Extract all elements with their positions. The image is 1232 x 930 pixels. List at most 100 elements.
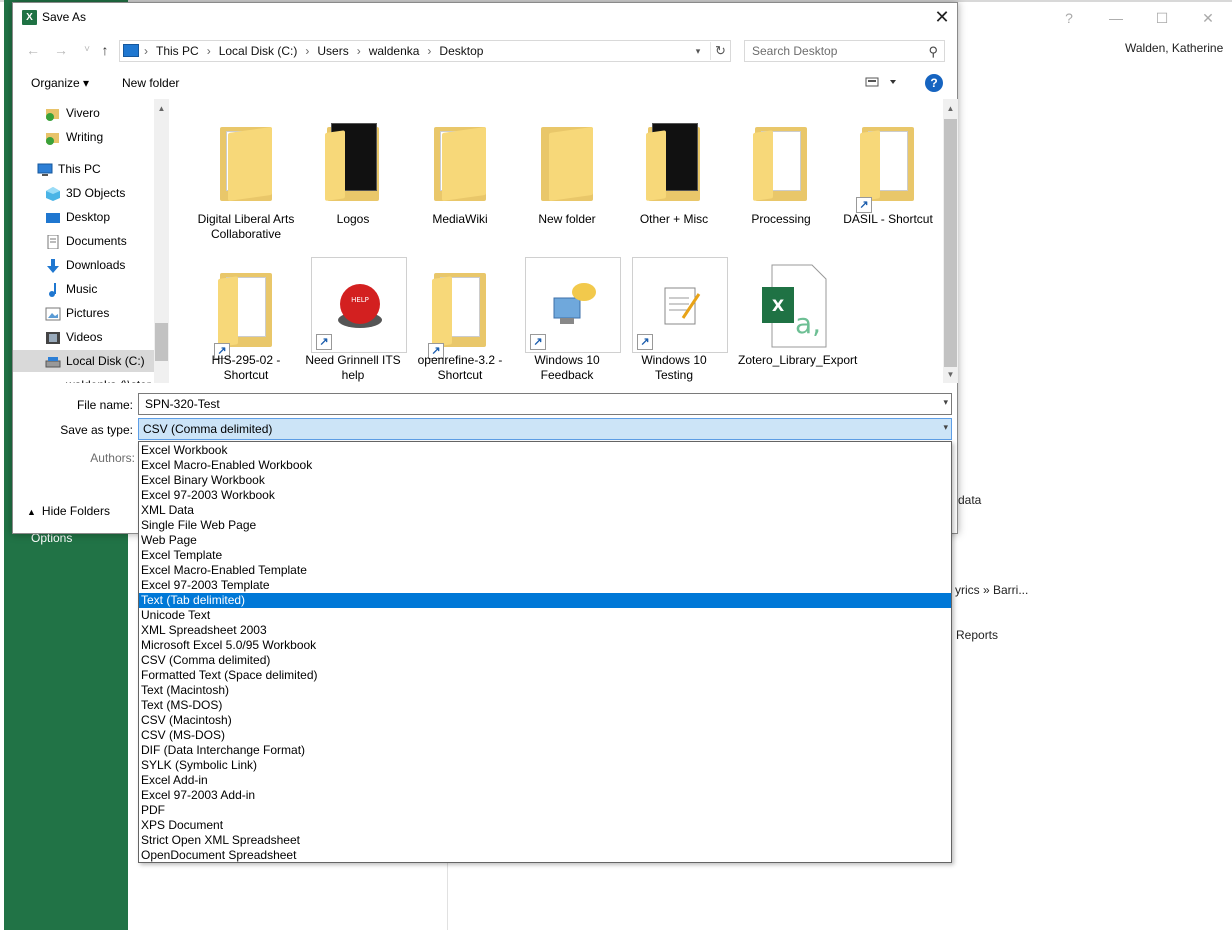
testing-app-icon: ↗: [632, 257, 728, 353]
save-as-type-option[interactable]: Excel Macro-Enabled Template: [139, 563, 951, 578]
sidebar-item-documents[interactable]: Documents: [13, 230, 169, 252]
save-as-type-option[interactable]: Excel Workbook: [139, 443, 951, 458]
back-arrow-icon[interactable]: ←: [23, 40, 43, 60]
chevron-down-icon[interactable]: ▾: [943, 397, 948, 408]
maximize-window-icon[interactable]: ☐: [1147, 6, 1177, 30]
save-as-type-option[interactable]: CSV (Macintosh): [139, 713, 951, 728]
save-as-type-option[interactable]: Web Page: [139, 533, 951, 548]
file-list-scrollbar-thumb[interactable]: [944, 119, 957, 367]
navigation-scrollbar-thumb[interactable]: [155, 323, 168, 361]
save-as-type-option[interactable]: Single File Web Page: [139, 518, 951, 533]
close-dialog-button[interactable]: ✕: [929, 6, 955, 30]
sidebar-item-3d-objects[interactable]: 3D Objects: [13, 182, 169, 204]
save-as-type-option[interactable]: Excel Add-in: [139, 773, 951, 788]
help-window-icon[interactable]: ?: [1054, 6, 1084, 30]
up-arrow-icon[interactable]: ↑: [95, 40, 115, 60]
save-as-type-select[interactable]: CSV (Comma delimited) ▾: [138, 418, 952, 440]
sidebar-item-writing[interactable]: Writing: [13, 126, 169, 148]
file-item-folder[interactable]: MediaWiki: [410, 107, 510, 257]
save-as-type-option[interactable]: Excel 97-2003 Add-in: [139, 788, 951, 803]
file-item-folder[interactable]: Other + Misc: [624, 107, 724, 257]
chevron-up-icon: ▲: [27, 507, 36, 517]
save-as-type-option[interactable]: XML Data: [139, 503, 951, 518]
chevron-down-icon[interactable]: ▾: [690, 43, 706, 59]
search-icon[interactable]: ⚲: [928, 44, 938, 60]
desktop-icon: [45, 210, 61, 224]
breadcrumb-item[interactable]: This PC: [156, 44, 199, 58]
hide-folders-button[interactable]: ▲ Hide Folders: [27, 504, 110, 518]
file-item-shortcut[interactable]: ↗ DASIL - Shortcut: [838, 107, 938, 257]
sidebar-item-local-disk[interactable]: Local Disk (C:): [13, 350, 169, 372]
save-as-type-option[interactable]: Strict Open XML Spreadsheet: [139, 833, 951, 848]
chevron-down-icon[interactable]: ▾: [943, 422, 948, 433]
save-as-type-option[interactable]: PDF: [139, 803, 951, 818]
save-as-type-option[interactable]: Formatted Text (Space delimited): [139, 668, 951, 683]
file-item-excel[interactable]: Xa, Zotero_Library_Export: [738, 255, 857, 383]
search-box[interactable]: ⚲: [744, 40, 945, 62]
account-user-name[interactable]: Walden, Katherine: [1125, 41, 1223, 55]
save-as-type-option[interactable]: DIF (Data Interchange Format): [139, 743, 951, 758]
breadcrumb-item[interactable]: Desktop: [439, 44, 483, 58]
save-as-type-option[interactable]: Excel 97-2003 Workbook: [139, 488, 951, 503]
minimize-window-icon[interactable]: —: [1101, 6, 1131, 30]
file-name-field[interactable]: SPN-320-Test ▾: [138, 393, 952, 415]
breadcrumb-item[interactable]: Local Disk (C:): [219, 44, 298, 58]
save-as-type-option[interactable]: Excel 97-2003 Template: [139, 578, 951, 593]
sidebar-item-desktop[interactable]: Desktop: [13, 206, 169, 228]
file-item-shortcut[interactable]: ↗ openrefine-3.2 - Shortcut: [410, 255, 510, 383]
scroll-up-icon[interactable]: ▲: [154, 101, 169, 116]
file-item-shortcut[interactable]: ↗ HIS-295-02 - Shortcut: [196, 255, 296, 383]
save-as-type-option[interactable]: XPS Document: [139, 818, 951, 833]
file-item-shortcut[interactable]: HELP ↗ Need Grinnell ITS help: [303, 255, 407, 383]
sidebar-item-videos[interactable]: Videos: [13, 326, 169, 348]
save-as-type-option[interactable]: XML Spreadsheet 2003: [139, 623, 951, 638]
onedrive-folder-icon: [45, 106, 61, 121]
background-partial-text: data: [958, 493, 982, 507]
save-as-type-option[interactable]: Text (Tab delimited): [139, 593, 951, 608]
forward-arrow-icon[interactable]: →: [51, 40, 71, 60]
save-as-type-option[interactable]: Text (Macintosh): [139, 683, 951, 698]
file-item-folder[interactable]: Digital Liberal Arts Collaborative: [196, 107, 296, 257]
save-as-type-option[interactable]: Excel Binary Workbook: [139, 473, 951, 488]
sidebar-item-label: 3D Objects: [66, 186, 126, 200]
save-as-type-option[interactable]: CSV (MS-DOS): [139, 728, 951, 743]
close-window-icon[interactable]: ✕: [1193, 6, 1223, 30]
recent-locations-icon[interactable]: ˅: [77, 40, 97, 60]
change-view-icon[interactable]: [864, 76, 904, 91]
file-name-value[interactable]: SPN-320-Test: [145, 397, 220, 411]
save-as-type-option[interactable]: Unicode Text: [139, 608, 951, 623]
sidebar-item-this-pc[interactable]: This PC: [13, 158, 169, 180]
file-item-shortcut[interactable]: ↗ Windows 10 Testing: [624, 255, 728, 383]
sidebar-item-network-drive[interactable]: waldenka (\\stor: [13, 374, 169, 383]
save-as-type-option[interactable]: Excel Macro-Enabled Workbook: [139, 458, 951, 473]
save-as-type-option[interactable]: Microsoft Excel 5.0/95 Workbook: [139, 638, 951, 653]
breadcrumb-item[interactable]: Users: [317, 44, 348, 58]
sidebar-item-label: Pictures: [66, 306, 110, 320]
sidebar-item-pictures[interactable]: Pictures: [13, 302, 169, 324]
sidebar-item-label: Vivero: [66, 106, 100, 120]
search-input[interactable]: [746, 42, 916, 60]
refresh-icon[interactable]: ↻: [710, 42, 730, 60]
dialog-title: Save As: [42, 10, 87, 24]
sidebar-item-music[interactable]: Music: [13, 278, 169, 300]
save-as-type-option[interactable]: Text (MS-DOS): [139, 698, 951, 713]
breadcrumb-item[interactable]: waldenka: [369, 44, 420, 58]
file-item-folder[interactable]: New folder: [517, 107, 617, 257]
save-as-type-option[interactable]: OpenDocument Spreadsheet: [139, 848, 951, 863]
help-badge-text: HELP: [351, 296, 369, 304]
scroll-down-icon[interactable]: ▼: [943, 367, 958, 382]
help-icon[interactable]: ?: [925, 74, 943, 92]
file-item-shortcut[interactable]: ↗ Windows 10 Feedback: [517, 255, 621, 383]
file-item-label: New folder: [538, 212, 596, 226]
address-bar[interactable]: › This PC › Local Disk (C:) › Users › waldenka ›…: [119, 40, 731, 62]
scroll-up-icon[interactable]: ▲: [943, 101, 958, 116]
organize-button[interactable]: Organize ▾: [31, 76, 89, 90]
sidebar-item-vivero[interactable]: Vivero: [13, 102, 169, 124]
file-item-folder[interactable]: Logos: [303, 107, 403, 257]
save-as-type-option[interactable]: Excel Template: [139, 548, 951, 563]
sidebar-item-downloads[interactable]: Downloads: [13, 254, 169, 276]
file-item-folder[interactable]: Processing: [731, 107, 831, 257]
save-as-type-option[interactable]: CSV (Comma delimited): [139, 653, 951, 668]
save-as-type-option[interactable]: SYLK (Symbolic Link): [139, 758, 951, 773]
new-folder-button[interactable]: New folder: [122, 76, 179, 90]
